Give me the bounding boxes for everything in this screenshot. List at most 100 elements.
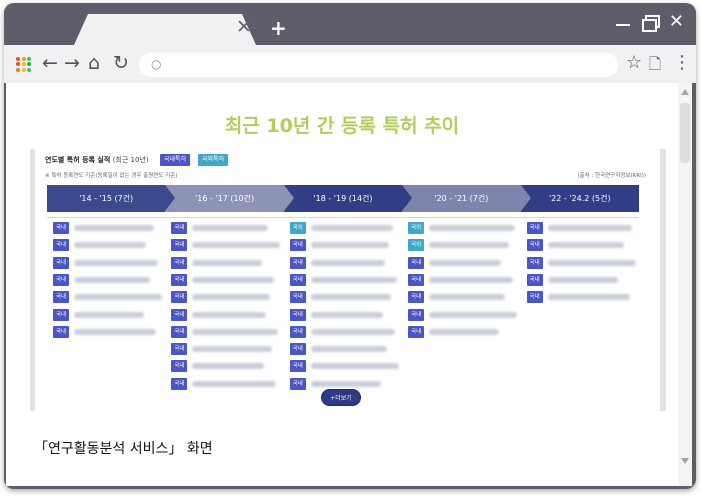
patent-list-item[interactable]: 국내 xyxy=(408,291,516,304)
patent-list-item[interactable]: 국내 xyxy=(408,256,516,270)
patent-title-blurred xyxy=(192,259,263,266)
restore-icon[interactable] xyxy=(641,15,660,32)
reload-icon[interactable]: ↻ xyxy=(113,52,129,74)
patent-list-item[interactable]: 국내 xyxy=(526,239,635,252)
scroll-up-icon[interactable] xyxy=(681,89,689,95)
patent-type-tag: 국내 xyxy=(53,325,69,338)
patent-list-item[interactable]: 국내 xyxy=(171,343,279,356)
patent-list-item[interactable]: 국내 xyxy=(526,256,636,270)
patent-list-item[interactable]: 국내 xyxy=(526,291,635,304)
patent-list-item[interactable]: 국내 xyxy=(171,308,279,322)
patent-title-blurred xyxy=(429,311,518,318)
patent-list-item[interactable]: 국내 xyxy=(53,291,162,304)
patent-list-item[interactable]: 국내 xyxy=(408,325,516,339)
more-button[interactable]: +더보기 xyxy=(321,389,361,406)
period-header[interactable]: '22 - '24.2 (5건) xyxy=(520,185,639,212)
patent-list-item[interactable]: 국내 xyxy=(289,273,398,287)
divider xyxy=(47,217,639,218)
scroll-thumb[interactable] xyxy=(680,103,690,163)
patent-list-item[interactable]: 국내 xyxy=(171,291,279,304)
patent-list-item[interactable]: 국내 xyxy=(171,273,279,287)
patent-type-tag: 국내 xyxy=(289,325,306,338)
app-dot xyxy=(21,57,26,61)
chart-title-text: 연도별 특허 등록 실적 xyxy=(45,156,111,164)
patent-title-blurred xyxy=(74,225,154,231)
patent-list-item[interactable]: 국내 xyxy=(53,256,161,270)
tab-close-icon[interactable]: ✕ xyxy=(236,17,252,37)
back-icon[interactable]: ← xyxy=(42,52,58,74)
patent-list-item[interactable]: 국내 xyxy=(171,256,279,270)
patent-title-blurred xyxy=(547,242,624,249)
patent-list-item[interactable]: 국내 xyxy=(53,239,161,252)
patent-type-tag: 국내 xyxy=(53,256,69,269)
domestic-badge[interactable]: 국내특허 xyxy=(160,154,191,166)
period-header[interactable]: '14 - '15 (7건) xyxy=(47,185,166,212)
patent-list-item[interactable]: 국내 xyxy=(171,239,281,252)
home-icon[interactable]: ⌂ xyxy=(88,52,100,74)
scrollbar[interactable] xyxy=(678,83,692,486)
patent-title-blurred xyxy=(192,276,275,283)
patent-list-item[interactable]: 국내 xyxy=(526,273,635,287)
patent-title-blurred xyxy=(74,276,150,283)
patent-list-item[interactable]: 국내 xyxy=(289,256,398,270)
patent-title-blurred xyxy=(310,294,391,301)
patent-list-item[interactable]: 국내 xyxy=(53,222,161,235)
patent-list-item[interactable]: 국내 xyxy=(408,308,518,322)
menu-icon[interactable]: ⋮ xyxy=(673,52,691,73)
address-bar[interactable]: ○ xyxy=(139,53,618,77)
patent-list-item[interactable]: 국내 xyxy=(289,291,398,304)
patent-title-blurred xyxy=(192,328,279,335)
patent-list-item[interactable]: 국내 xyxy=(289,360,399,373)
foreign-badge[interactable]: 국외특허 xyxy=(198,154,229,166)
patent-list-item[interactable]: 국내 xyxy=(408,273,516,287)
period-header[interactable]: '20 - '21 (7건) xyxy=(402,185,521,212)
patent-list-item[interactable]: 국내 xyxy=(289,377,398,391)
patent-list-item[interactable]: 국외 xyxy=(408,239,516,252)
apps-grid-icon[interactable] xyxy=(16,57,31,72)
patent-list-item[interactable]: 국내 xyxy=(289,239,398,252)
patent-type-tag: 국내 xyxy=(289,256,306,269)
patent-list-item[interactable]: 국내 xyxy=(289,308,398,322)
patent-list-item[interactable]: 국내 xyxy=(53,308,161,322)
browser-tab[interactable] xyxy=(74,14,256,45)
patent-type-tag: 국내 xyxy=(53,273,69,286)
patent-title-blurred xyxy=(192,380,277,387)
app-dot xyxy=(16,67,20,72)
patent-type-tag: 국내 xyxy=(408,291,425,304)
patent-list-item[interactable]: 국내 xyxy=(171,377,279,391)
patent-list-item[interactable]: 국외 xyxy=(408,222,516,235)
patent-list-item[interactable]: 국내 xyxy=(53,273,161,287)
note-text: ※ 특허 등록연도 기준(등록일이 없는 경우 출원연도 기준) xyxy=(45,173,178,179)
page-icon[interactable]: 🗋 xyxy=(649,54,661,79)
period-header[interactable]: '18 - '19 (14건) xyxy=(283,185,403,212)
scroll-down-icon[interactable] xyxy=(681,458,689,464)
patent-list-item[interactable]: 국외 xyxy=(289,222,398,235)
patent-list-item[interactable]: 국내 xyxy=(171,222,279,235)
bookmark-star-icon[interactable]: ☆ xyxy=(626,52,642,73)
browser-window: ✕ + ✕ ← → ⌂ ↻ ○ ☆ 🗋 ⋮ 최근 10년 간 등록 특허 추이 … xyxy=(4,3,696,489)
close-icon[interactable]: ✕ xyxy=(669,11,684,32)
new-tab-button[interactable]: + xyxy=(270,18,287,38)
period-arrow xyxy=(165,185,176,211)
patent-title-blurred xyxy=(310,346,387,353)
patent-title-blurred xyxy=(310,259,385,266)
patent-list-item[interactable]: 국내 xyxy=(289,325,398,339)
patent-title-blurred xyxy=(429,242,510,249)
patent-title-blurred xyxy=(74,328,156,335)
patent-list-item[interactable]: 국내 xyxy=(526,222,635,235)
minimize-icon[interactable] xyxy=(615,23,630,26)
patent-type-tag: 국내 xyxy=(171,256,188,269)
patent-type-tag: 국내 xyxy=(526,273,543,286)
period-arrow xyxy=(283,185,294,211)
patent-type-tag: 국내 xyxy=(53,239,69,252)
patent-list-item[interactable]: 국내 xyxy=(171,360,279,373)
patent-title-blurred xyxy=(547,259,636,266)
patent-list-item[interactable]: 국내 xyxy=(171,325,279,339)
patent-list-item[interactable]: 국내 xyxy=(289,343,398,356)
period-header[interactable]: '16 - '17 (10건) xyxy=(165,185,284,212)
forward-icon[interactable]: → xyxy=(64,52,80,74)
patent-type-tag: 국내 xyxy=(289,239,306,252)
patent-list-item[interactable]: 국내 xyxy=(53,325,161,339)
patent-title-blurred xyxy=(192,242,281,249)
patent-type-tag: 국내 xyxy=(289,360,306,373)
